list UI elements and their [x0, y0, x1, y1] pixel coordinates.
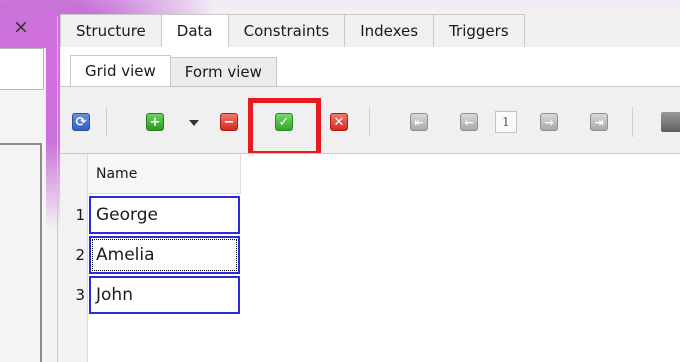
table-cell[interactable]: John — [89, 276, 240, 314]
left-panel-field[interactable] — [0, 48, 44, 90]
main-tab-bar: Structure Data Constraints Indexes Trigg… — [60, 14, 680, 48]
toolbar-separator — [106, 107, 107, 137]
tab-indexes[interactable]: Indexes — [345, 14, 435, 48]
table-cell[interactable]: Amelia — [89, 236, 240, 274]
data-grid: Name 1 George 2 Amelia 3 John — [60, 153, 680, 362]
add-row-icon[interactable]: + — [146, 113, 164, 131]
page-number-field[interactable]: 1 — [495, 111, 517, 133]
left-panel — [0, 48, 46, 362]
tab-form-view[interactable]: Form view — [169, 57, 277, 87]
add-row-dropdown-icon[interactable] — [189, 120, 199, 126]
tab-bar-fill — [524, 14, 680, 48]
tab-constraints[interactable]: Constraints — [228, 14, 346, 48]
divider — [40, 143, 42, 362]
data-panel: Grid view Form view ⟳ + − ✓ ✕ ⇤ ← 1 → ⇥ … — [60, 47, 680, 362]
first-page-icon[interactable]: ⇤ — [410, 113, 428, 131]
row-number: 2 — [75, 246, 85, 264]
row-number: 1 — [75, 206, 85, 224]
tab-triggers[interactable]: Triggers — [434, 14, 525, 48]
rollback-icon[interactable]: ✕ — [330, 113, 348, 131]
delete-row-icon[interactable]: − — [220, 113, 238, 131]
toolbar-separator — [369, 107, 370, 137]
table-cell[interactable]: George — [89, 196, 240, 234]
view-tab-bar: Grid view Form view — [70, 55, 277, 87]
last-page-icon[interactable]: ⇥ — [590, 113, 608, 131]
grid-toolbar: ⟳ + − ✓ ✕ ⇤ ← 1 → ⇥ — [60, 87, 680, 156]
next-page-icon[interactable]: → — [540, 113, 558, 131]
toolbar-separator — [632, 107, 633, 137]
previous-page-icon[interactable]: ← — [460, 113, 478, 131]
refresh-icon[interactable]: ⟳ — [72, 113, 90, 131]
commit-highlight-box — [248, 98, 321, 156]
tab-structure[interactable]: Structure — [60, 14, 162, 48]
close-icon[interactable]: × — [10, 16, 32, 38]
divider — [0, 143, 40, 145]
tab-grid-view[interactable]: Grid view — [70, 55, 171, 87]
row-number: 3 — [75, 286, 85, 304]
column-header-name[interactable]: Name — [88, 154, 241, 194]
tab-data[interactable]: Data — [161, 14, 229, 48]
print-icon[interactable] — [661, 112, 680, 132]
